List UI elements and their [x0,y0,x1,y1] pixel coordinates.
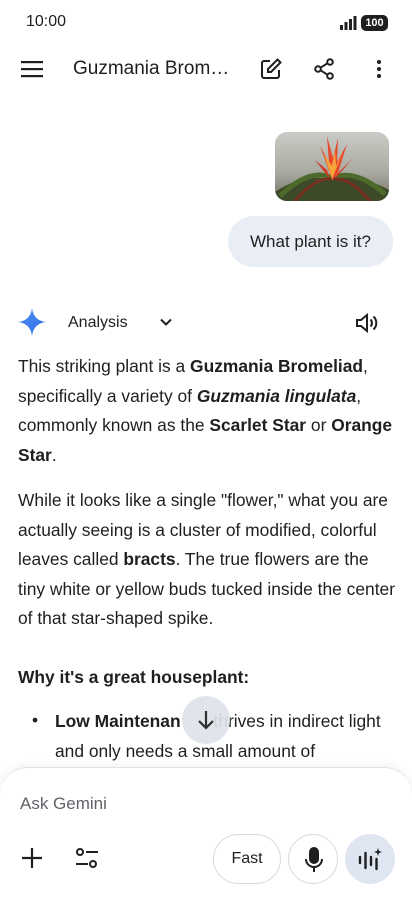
share-icon[interactable] [312,57,336,81]
ask-gemini-input[interactable]: Ask Gemini [20,794,107,814]
speaker-icon[interactable] [353,310,379,336]
composer: Ask Gemini Fast [0,767,412,898]
analysis-mode-label[interactable]: Analysis [68,314,128,332]
chat-title[interactable]: Guzmania Bromel... [73,58,238,80]
app-header: Guzmania Bromel... [0,46,412,92]
chevron-down-icon[interactable] [156,312,176,332]
live-button[interactable] [345,834,395,884]
signal-icon [340,16,357,30]
live-waveform-icon [358,848,382,871]
tools-icon[interactable] [74,846,100,870]
section-heading: Why it's a great houseplant: [18,667,250,687]
battery-icon: 100 [361,15,388,31]
scroll-down-button[interactable] [182,696,230,744]
response-paragraph-2: While it looks like a single "flower," w… [18,490,395,628]
uploaded-plant-image[interactable] [275,132,389,201]
fast-mode-button[interactable]: Fast [213,834,281,884]
status-bar: 10:00 100 [0,0,412,46]
user-message-bubble: What plant is it? [228,216,393,267]
status-time: 10:00 [26,13,67,30]
more-options-icon[interactable] [367,57,391,81]
response-paragraph-1: This striking plant is a Guzmania Bromel… [18,356,393,465]
microphone-button[interactable] [288,834,338,884]
microphone-icon [305,847,323,872]
bullet-marker: • [32,710,39,730]
arrow-down-icon [198,711,214,730]
edit-icon[interactable] [259,57,283,81]
add-icon[interactable] [20,846,44,870]
menu-icon[interactable] [20,57,44,81]
gemini-spark-icon [18,308,46,336]
